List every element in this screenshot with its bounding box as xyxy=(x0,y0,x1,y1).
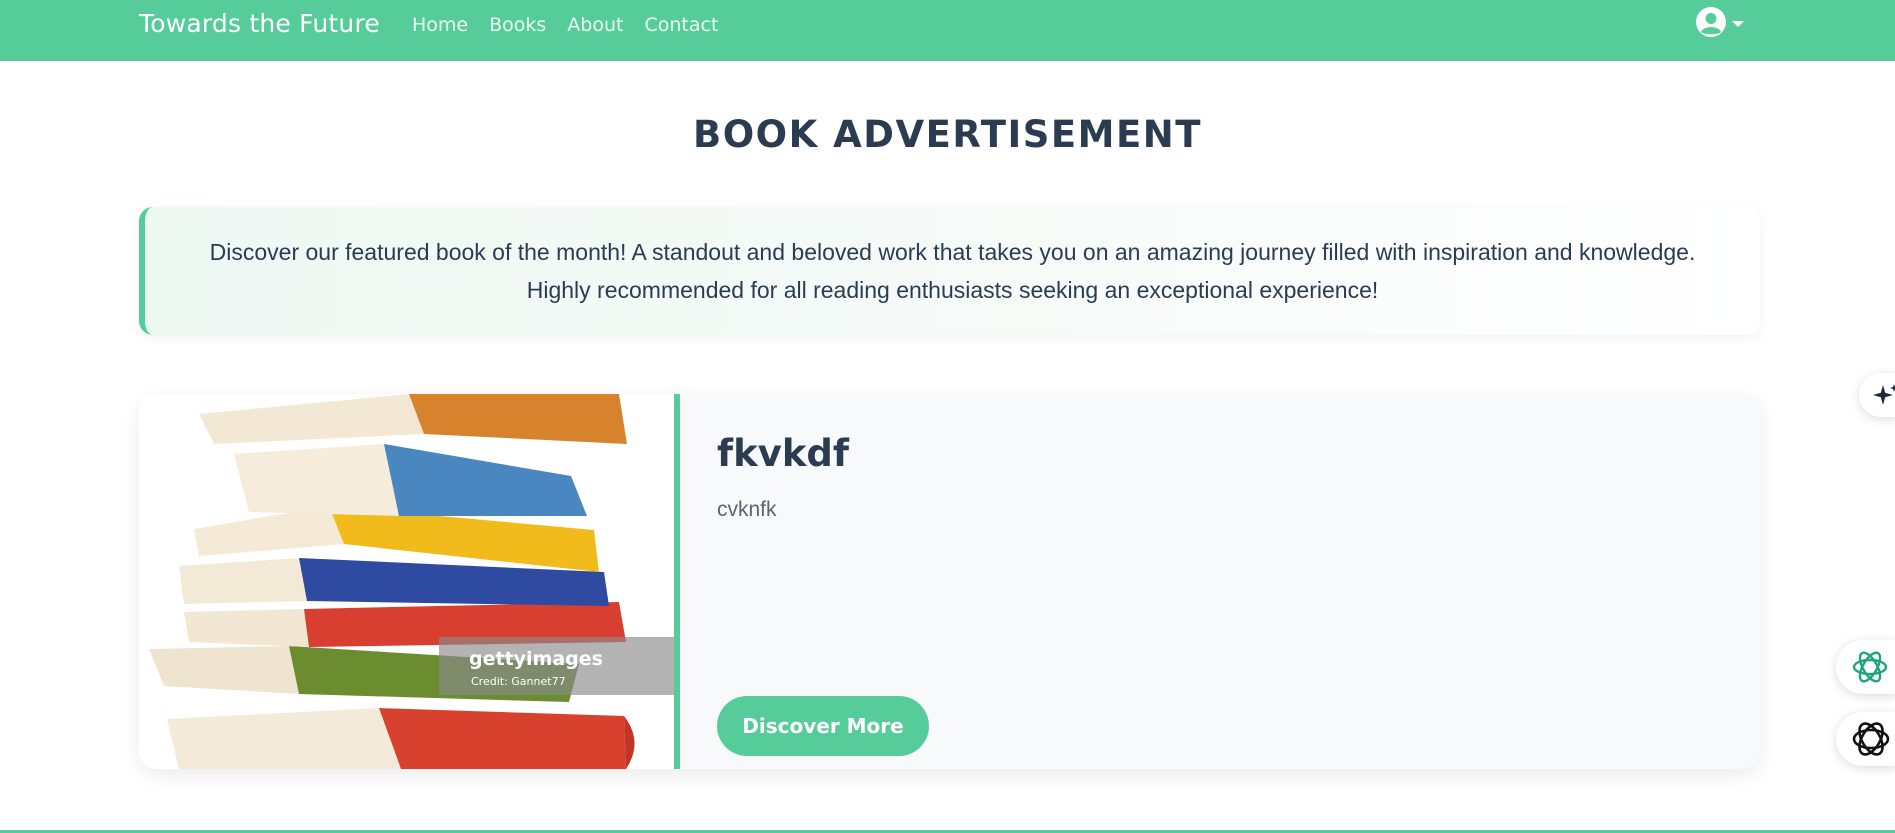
getty-credit: Credit: Gannet77 xyxy=(471,675,566,688)
page-title: BOOK ADVERTISEMENT xyxy=(693,113,1202,156)
intro-text: Discover our featured book of the month!… xyxy=(209,239,1696,303)
caret-down-icon xyxy=(1732,20,1744,27)
sparkle-icon xyxy=(1873,384,1895,405)
nav-link-about[interactable]: About xyxy=(567,14,623,36)
brand-link[interactable]: Towards the Future xyxy=(139,9,380,38)
ai-assistant-icon xyxy=(1852,722,1890,756)
nav-link-home[interactable]: Home xyxy=(412,14,468,36)
openai-icon xyxy=(1852,651,1888,683)
top-navbar: Towards the Future Home Books About Cont… xyxy=(0,0,1895,61)
intro-banner: Discover our featured book of the month!… xyxy=(139,207,1760,335)
nav-links: Home Books About Contact xyxy=(412,14,718,36)
ai-assistant-float-button[interactable] xyxy=(1836,712,1895,766)
book-description: cvknfk xyxy=(717,498,777,521)
sparkle-float-button[interactable] xyxy=(1859,373,1895,417)
nav-link-books[interactable]: Books xyxy=(489,14,546,36)
card-accent-divider xyxy=(674,394,680,769)
book-stack-illustration: gettyimages Credit: Gannet77 xyxy=(139,394,674,769)
user-menu-toggle[interactable] xyxy=(1695,6,1744,38)
book-card: gettyimages Credit: Gannet77 fkvkdf cvkn… xyxy=(139,394,1760,769)
openai-float-button[interactable] xyxy=(1836,640,1895,694)
discover-more-button[interactable]: Discover More xyxy=(717,696,929,756)
nav-link-contact[interactable]: Contact xyxy=(644,14,718,36)
book-title: fkvkdf xyxy=(717,432,850,475)
book-image: gettyimages Credit: Gannet77 xyxy=(139,394,674,769)
user-circle-icon xyxy=(1696,7,1726,37)
getty-watermark: gettyimages xyxy=(469,648,603,670)
